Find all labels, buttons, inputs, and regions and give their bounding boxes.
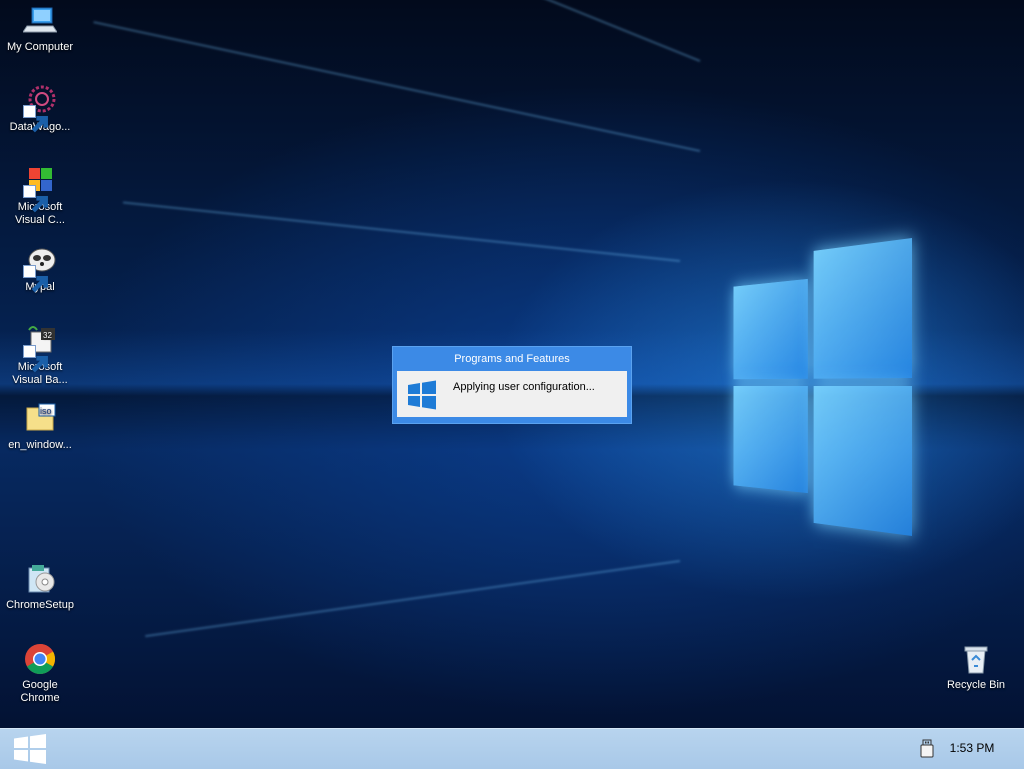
desktop-icon-recycle-bin[interactable]: Recycle Bin xyxy=(937,642,1015,692)
svg-text:32: 32 xyxy=(43,331,52,340)
svg-text:iso: iso xyxy=(40,406,52,416)
desktop-icon-visual-cpp[interactable]: Microsoft Visual C... xyxy=(1,164,79,227)
dialog-message: Applying user configuration... xyxy=(453,381,595,393)
desktop-icon-label: Google Chrome xyxy=(20,679,60,704)
visual-basic-icon: 32 xyxy=(23,324,57,373)
desktop-icon-datawagon[interactable]: DataWago... xyxy=(1,84,79,134)
shortcut-arrow-icon xyxy=(23,265,48,293)
desktop-icon-visual-basic[interactable]: 32 Microsoft Visual Ba... xyxy=(1,324,79,387)
windows-logo-icon xyxy=(14,734,46,764)
recycle-bin-icon xyxy=(959,642,993,676)
shortcut-arrow-icon xyxy=(23,105,48,133)
computer-icon xyxy=(22,4,58,38)
visual-cpp-icon xyxy=(23,164,57,213)
dialog-body: Applying user configuration... xyxy=(397,371,627,417)
iso-file-icon: iso xyxy=(23,402,57,436)
shortcut-arrow-icon xyxy=(23,185,48,213)
programs-and-features-dialog: Programs and Features Applying user conf… xyxy=(392,346,632,424)
windows-logo-icon xyxy=(407,380,437,410)
desktop: My Computer DataWago... Microsoft Visual… xyxy=(0,0,1024,728)
light-beam xyxy=(145,560,681,638)
desktop-icon-my-computer[interactable]: My Computer xyxy=(1,4,79,54)
desktop-icon-mypal[interactable]: Mypal xyxy=(1,244,79,294)
wallpaper-windows-logo xyxy=(733,228,912,544)
dialog-title: Programs and Features xyxy=(454,353,570,365)
desktop-icon-label: ChromeSetup xyxy=(6,599,74,611)
desktop-icon-label: en_window... xyxy=(8,439,72,451)
desktop-icon-iso-file[interactable]: iso en_window... xyxy=(1,402,79,452)
taskbar-clock[interactable]: 1:53 PM xyxy=(942,741,1002,755)
taskbar: 1:53 PM xyxy=(0,728,1024,769)
desktop-icon-chromesetup[interactable]: ChromeSetup xyxy=(1,562,79,612)
datawagon-icon xyxy=(23,84,57,133)
mypal-icon xyxy=(23,244,57,293)
chrome-icon xyxy=(23,642,57,676)
usb-drive-icon[interactable] xyxy=(918,739,936,759)
start-button[interactable] xyxy=(0,729,60,769)
desktop-icon-google-chrome[interactable]: Google Chrome xyxy=(1,642,79,705)
desktop-icon-label: Recycle Bin xyxy=(946,679,1006,691)
installer-icon xyxy=(23,562,57,596)
light-beam xyxy=(254,0,701,62)
shortcut-arrow-icon xyxy=(23,345,48,373)
desktop-icon-label: My Computer xyxy=(6,41,74,53)
light-beam xyxy=(93,21,701,152)
light-beam xyxy=(122,201,681,262)
